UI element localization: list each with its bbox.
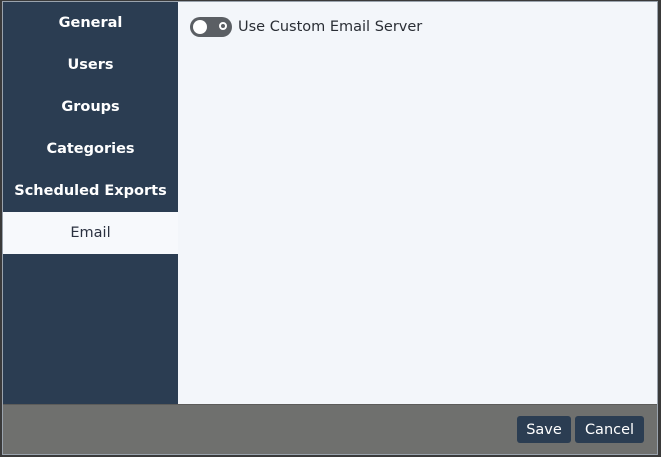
settings-sidebar: General Users Groups Categories Schedule… xyxy=(3,2,178,404)
sidebar-item-scheduled-exports[interactable]: Scheduled Exports xyxy=(3,170,178,212)
settings-dialog: General Users Groups Categories Schedule… xyxy=(2,1,658,455)
toggle-knob xyxy=(193,20,207,34)
toggle-off-icon xyxy=(219,22,227,30)
sidebar-item-users[interactable]: Users xyxy=(3,44,178,86)
sidebar-item-groups[interactable]: Groups xyxy=(3,86,178,128)
cancel-button[interactable]: Cancel xyxy=(575,416,644,443)
sidebar-item-label: Categories xyxy=(46,141,135,157)
email-settings-panel: Use Custom Email Server xyxy=(178,2,657,404)
sidebar-item-general[interactable]: General xyxy=(3,2,178,44)
custom-email-server-toggle[interactable] xyxy=(190,17,232,37)
sidebar-item-label: General xyxy=(58,15,123,31)
sidebar-item-label: Scheduled Exports xyxy=(14,183,167,199)
custom-email-server-toggle-row[interactable]: Use Custom Email Server xyxy=(190,17,422,37)
custom-email-server-label: Use Custom Email Server xyxy=(238,19,423,35)
sidebar-item-label: Email xyxy=(70,225,111,241)
sidebar-item-label: Users xyxy=(67,57,114,73)
dialog-footer: Save Cancel xyxy=(3,404,657,454)
sidebar-item-categories[interactable]: Categories xyxy=(3,128,178,170)
sidebar-item-email[interactable]: Email xyxy=(3,212,178,254)
save-button[interactable]: Save xyxy=(517,416,571,443)
sidebar-item-label: Groups xyxy=(61,99,120,115)
